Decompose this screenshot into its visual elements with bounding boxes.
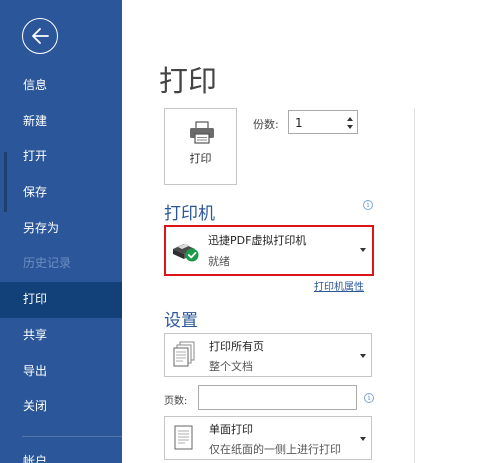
settings-section-title: 设置 [164, 311, 198, 331]
sidebar-nav: 信息 新建 打开 保存 另存为 历史记录 打印 共享 导出 关闭 [0, 68, 122, 425]
printer-dropdown[interactable]: 迅捷PDF虚拟打印机 就绪 [164, 225, 374, 276]
print-range-dropdown[interactable]: 打印所有页 整个文档 [164, 333, 372, 377]
print-button[interactable]: 打印 [164, 108, 237, 185]
sidebar-item-save[interactable]: 保存 [0, 175, 122, 211]
info-icon[interactable]: i [363, 200, 373, 210]
sidebar-item-account[interactable]: 帐户 [23, 452, 47, 463]
spin-down-icon[interactable] [347, 125, 353, 129]
copies-value[interactable]: 1 [295, 116, 303, 130]
page-title: 打印 [159, 64, 218, 98]
chevron-down-icon [360, 248, 366, 252]
back-button[interactable] [22, 18, 58, 54]
arrow-left-circle-icon [32, 28, 49, 44]
printer-status: 就绪 [208, 255, 230, 268]
sidebar-item-close[interactable]: 关闭 [0, 389, 122, 425]
sides-dropdown[interactable]: 单面打印 仅在纸面的一侧上进行打印 [164, 416, 372, 460]
printer-ready-icon [173, 243, 199, 262]
sidebar-item-info[interactable]: 信息 [0, 68, 122, 104]
pages-info-icon[interactable]: i [364, 393, 374, 403]
pages-input[interactable] [198, 385, 357, 410]
sidebar-item-new[interactable]: 新建 [0, 104, 122, 140]
backstage-sidebar: 信息 新建 打开 保存 另存为 历史记录 打印 共享 导出 关闭 帐户 [0, 0, 122, 463]
spin-up-icon[interactable] [347, 117, 353, 121]
printer-properties-link[interactable]: 打印机属性 [314, 278, 364, 293]
sidebar-item-save-as[interactable]: 另存为 [0, 211, 122, 247]
printer-name: 迅捷PDF虚拟打印机 [208, 234, 307, 247]
single-sided-icon [174, 425, 193, 450]
sidebar-item-export[interactable]: 导出 [0, 354, 122, 390]
sides-subtitle: 仅在纸面的一侧上进行打印 [209, 443, 341, 456]
print-range-title: 打印所有页 [209, 340, 264, 353]
pages-icon [173, 341, 195, 367]
printer-icon [190, 121, 214, 144]
copies-stepper[interactable]: 1 [288, 110, 358, 134]
printer-section-title: 打印机 [164, 204, 215, 224]
print-button-label: 打印 [189, 152, 212, 165]
sidebar-item-share[interactable]: 共享 [0, 318, 122, 354]
sidebar-item-history: 历史记录 [23, 256, 72, 271]
sidebar-item-open[interactable]: 打开 [0, 139, 122, 175]
preview-divider [414, 108, 415, 463]
backstage-print-view: 信息 新建 打开 保存 另存为 历史记录 打印 共享 导出 关闭 帐户 打印 打… [0, 0, 500, 463]
copies-label: 份数: [253, 118, 279, 131]
sides-title: 单面打印 [209, 423, 253, 436]
window-edge-grip [4, 152, 7, 212]
chevron-down-icon [360, 437, 366, 441]
sidebar-divider [22, 436, 122, 437]
print-range-subtitle: 整个文档 [209, 360, 253, 373]
pages-label: 页数: [164, 396, 188, 407]
sidebar-item-print[interactable]: 打印 [0, 282, 122, 318]
chevron-down-icon [360, 354, 366, 358]
